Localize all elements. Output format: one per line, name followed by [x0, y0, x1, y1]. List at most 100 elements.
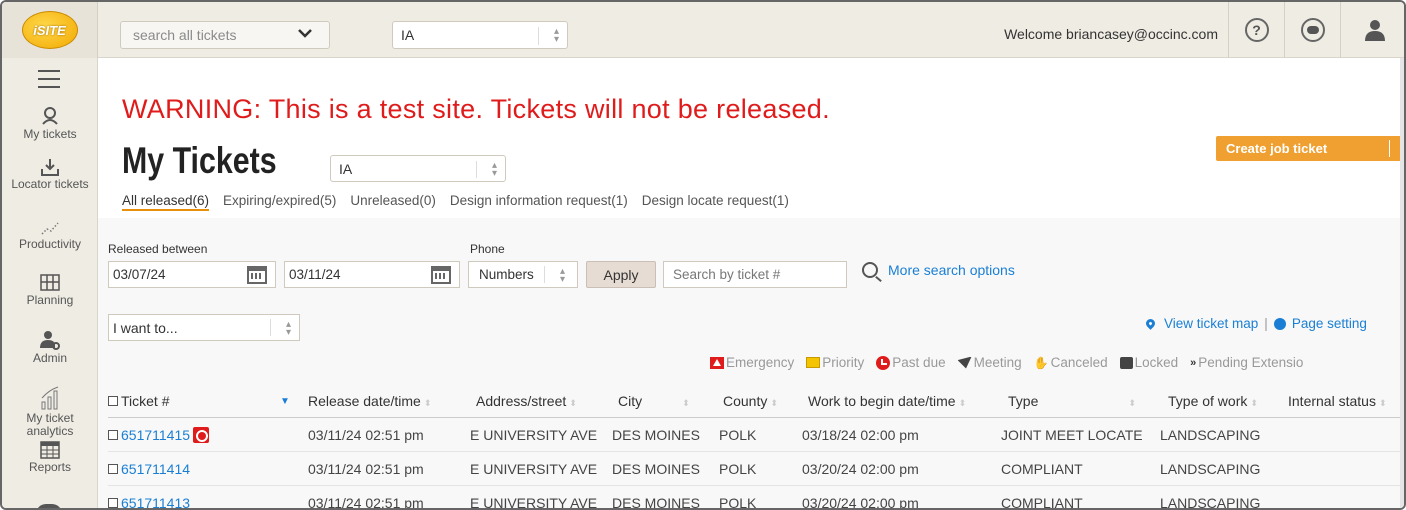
legend-pending-extension: » Pending Extensio [1190, 355, 1303, 370]
row-checkbox[interactable] [108, 464, 118, 474]
hand-icon: ✋ [1033, 355, 1049, 370]
header-work-begin[interactable]: Work to begin date/time ⬍ [808, 393, 966, 409]
sort-icon: ⬍ [569, 398, 577, 408]
sidebar-item-admin[interactable]: Admin [2, 330, 98, 365]
legend-label: Locked [1134, 355, 1179, 370]
header-label: Internal status [1288, 393, 1376, 409]
legend-label: Meeting [973, 355, 1022, 370]
sort-icon: ⬍ [1378, 398, 1387, 408]
table-row[interactable]: 651711414 03/11/24 02:51 pm E UNIVERSITY… [108, 452, 1404, 486]
table-row[interactable]: 651711415 03/11/24 02:51 pm E UNIVERSITY… [108, 418, 1404, 452]
city-cell: DES MOINES [612, 461, 700, 477]
double-chevron-icon: » [1190, 356, 1197, 369]
city-cell: DES MOINES [612, 427, 700, 443]
ticket-tabs: All released(6) Expiring/expired(5) Unre… [122, 193, 789, 211]
ticket-cell[interactable]: 651711414 [108, 461, 190, 477]
header-city[interactable]: City ⬍ [618, 393, 690, 409]
work-begin-cell: 03/20/24 02:00 pm [802, 495, 919, 510]
ticket-cell[interactable]: 651711413 [108, 495, 190, 508]
ticket-link[interactable]: 651711415 [121, 427, 190, 443]
calendar-icon[interactable] [247, 266, 267, 284]
tab-design-locate-request[interactable]: Design locate request(1) [642, 193, 789, 211]
user-button[interactable] [1340, 2, 1404, 58]
header-address[interactable]: Address/street ⬍ [476, 393, 577, 409]
date-from-value: 03/07/24 [113, 267, 166, 282]
tab-all-released[interactable]: All released(6) [122, 193, 210, 211]
legend-canceled: ✋ Canceled [1034, 355, 1108, 370]
chat-button[interactable] [1284, 2, 1340, 58]
ticket-link[interactable]: 651711414 [121, 461, 190, 477]
sort-desc-icon[interactable]: ▼ [280, 396, 290, 407]
create-job-ticket-button[interactable]: Create job ticket ▴▾ [1216, 136, 1404, 161]
sidebar-item-label: Planning [26, 293, 74, 307]
select-all-checkbox[interactable] [108, 396, 118, 406]
download-icon [41, 159, 59, 176]
tab-design-information-request[interactable]: Design information request(1) [450, 193, 628, 211]
ticket-cell[interactable]: 651711415 [108, 427, 210, 443]
header-type-of-work[interactable]: Type of work ⬍ [1168, 393, 1258, 409]
more-search-options-link[interactable]: More search options [862, 262, 1015, 278]
type-cell: COMPLIANT [1001, 461, 1083, 477]
tab-expiring-expired[interactable]: Expiring/expired(5) [223, 193, 336, 211]
type-cell: COMPLIANT [1001, 495, 1083, 510]
row-checkbox[interactable] [108, 498, 118, 508]
header-ticket[interactable]: Ticket # [108, 393, 170, 409]
address-cell: E UNIVERSITY AVE [470, 495, 598, 510]
page-title: My Tickets [122, 140, 277, 181]
row-checkbox[interactable] [108, 430, 118, 440]
phone-select[interactable]: Numbers ▴ ▾ [468, 261, 578, 288]
sidebar-item-productivity[interactable]: Productivity [2, 220, 98, 251]
sidebar-item-planning[interactable]: Planning [2, 272, 98, 307]
type-of-work-cell: LANDSCAPING [1160, 461, 1261, 477]
ticket-search-input[interactable]: Search by ticket # [663, 261, 847, 288]
table-row[interactable]: 651711413 03/11/24 02:51 pm E UNIVERSITY… [108, 486, 1404, 510]
header-internal-status[interactable]: Internal status ⬍ [1288, 393, 1386, 409]
header-label: City [618, 393, 643, 409]
sidebar-more-icon[interactable] [36, 504, 62, 508]
header-release-date[interactable]: Release date/time ⬍ [308, 393, 431, 409]
header-county[interactable]: County ⬍ [723, 393, 778, 409]
clock-icon [876, 355, 891, 370]
search-all-tickets-select[interactable]: search all tickets [120, 21, 330, 49]
button-separator [1389, 140, 1390, 157]
sidebar-item-label: My ticket analytics [26, 411, 74, 438]
header-type[interactable]: Type ⬍ [1008, 393, 1136, 409]
date-to-value: 03/11/24 [289, 267, 341, 282]
legend-locked: Locked [1119, 355, 1179, 370]
map-icon [40, 274, 60, 291]
sidebar-item-locator-tickets[interactable]: Locator tickets [2, 158, 98, 191]
sidebar-item-label: My tickets [23, 127, 77, 141]
sidebar-item-reports[interactable]: Reports [2, 441, 98, 474]
help-button[interactable]: ? [1228, 2, 1284, 58]
ticket-link[interactable]: 651711413 [121, 495, 190, 508]
updown-icon: ▴ ▾ [553, 26, 559, 45]
hamburger-menu-icon[interactable] [38, 70, 60, 94]
logo-cell[interactable]: iSITE [2, 2, 98, 58]
view-ticket-map-link[interactable]: View ticket map [1164, 316, 1258, 331]
select-separator [476, 161, 477, 178]
tab-unreleased[interactable]: Unreleased(0) [350, 193, 436, 211]
sidebar-item-label: Productivity [18, 237, 82, 251]
emergency-icon [710, 356, 724, 369]
search-icon [862, 262, 878, 278]
top-bar: iSITE search all tickets IA ▴ ▾ Welcome b… [2, 2, 1404, 58]
legend-label: Past due [892, 355, 946, 370]
top-state-select[interactable]: IA ▴ ▾ [392, 21, 568, 49]
apply-button[interactable]: Apply [586, 261, 656, 288]
date-from-input[interactable]: 03/07/24 [108, 261, 276, 288]
page-settings-link[interactable]: Page setting [1292, 316, 1367, 331]
calendar-icon[interactable] [431, 266, 451, 284]
sidebar-item-my-tickets[interactable]: My tickets [2, 106, 98, 141]
sidebar-item-analytics[interactable]: My ticket analytics [2, 386, 98, 438]
isite-logo[interactable]: iSITE [21, 11, 78, 49]
vertical-scrollbar[interactable] [1400, 58, 1404, 508]
past-due-icon [193, 427, 210, 443]
select-separator [538, 27, 539, 45]
work-begin-cell: 03/20/24 02:00 pm [802, 461, 919, 477]
i-want-to-select[interactable]: I want to... ▴ ▾ [108, 314, 300, 341]
state-select[interactable]: IA ▴ ▾ [330, 155, 506, 182]
date-to-input[interactable]: 03/11/24 [284, 261, 460, 288]
legend-label: Pending Extensio [1198, 355, 1304, 370]
chevron-down-icon[interactable] [297, 26, 313, 44]
county-cell: POLK [719, 427, 757, 443]
